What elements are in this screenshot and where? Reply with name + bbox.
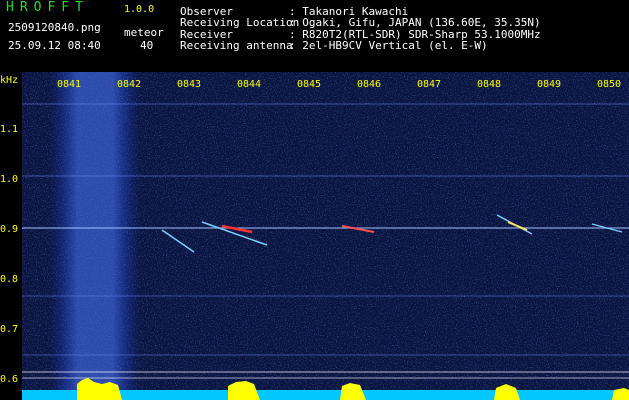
filename: 2509120840.png: [8, 21, 101, 34]
time-tick: 0849: [537, 79, 562, 90]
antenna-label: Receiving antenna: [180, 39, 293, 52]
time-tick: 0844: [237, 79, 262, 90]
freq-tick: 0.7: [0, 324, 19, 335]
freq-tick: 1.0: [0, 174, 19, 185]
freq-tick: 0.8: [0, 274, 19, 285]
meteor-label: meteor: [124, 26, 164, 39]
app-version: 1.0.0: [124, 4, 155, 15]
header-panel: HROFFT 1.0.0 2509120840.png 25.09.12 08:…: [0, 0, 629, 72]
freq-tick: 0.9: [0, 224, 19, 235]
time-tick: 0850: [597, 79, 622, 90]
time-tick: 0841: [57, 79, 82, 90]
time-tick: 0845: [297, 79, 322, 90]
unit-label: kHz: [0, 75, 19, 86]
freq-tick: 0.6: [0, 374, 19, 385]
antenna-value: : 2el-HB9CV Vertical (el. E-W): [289, 39, 488, 52]
time-tick: 0847: [417, 79, 442, 90]
time-tick: 0843: [177, 79, 202, 90]
time-tick: 0846: [357, 79, 382, 90]
freq-tick: 1.1: [0, 124, 19, 135]
meteor-count: 40: [140, 39, 154, 52]
datetime: 25.09.12 08:40: [8, 39, 101, 52]
time-tick: 0848: [477, 79, 502, 90]
time-tick: 0842: [117, 79, 142, 90]
app-title: HROFFT: [6, 0, 89, 15]
spectrogram-canvas: [22, 72, 629, 400]
